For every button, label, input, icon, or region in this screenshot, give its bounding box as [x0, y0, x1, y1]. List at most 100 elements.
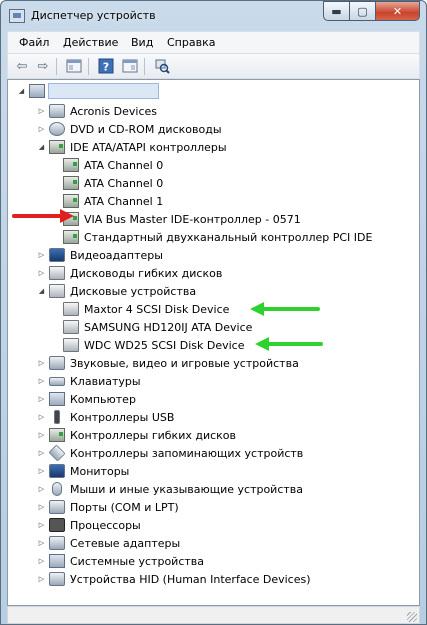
node-label: ATA Channel 1 — [84, 194, 164, 208]
node-label: Видеоадаптеры — [70, 248, 163, 262]
node-label: Дисковые устройства — [70, 284, 197, 298]
minimize-button[interactable]: ▬ — [323, 1, 350, 21]
node-label: Порты (COM и LPT) — [70, 500, 179, 514]
expand-icon[interactable]: ▷ — [37, 102, 46, 120]
resize-grip-icon[interactable] — [407, 612, 417, 622]
tree-node[interactable]: ◢ IDE ATA/ATAPI контроллеры — [37, 138, 229, 156]
tree-node[interactable]: ▷ Процессоры — [37, 516, 143, 534]
node-label: Контроллеры гибких дисков — [70, 428, 237, 442]
tree-node[interactable]: ▷ Мыши и иные указывающие устройства — [37, 480, 305, 498]
root-label[interactable] — [48, 83, 159, 99]
disk-drive-icon — [63, 302, 79, 316]
scan-hardware-icon[interactable] — [154, 58, 170, 74]
disk-drive-icon — [49, 284, 65, 298]
tree-node[interactable]: ▷ Порты (COM и LPT) — [37, 498, 181, 516]
ata-channel-icon — [63, 194, 79, 208]
tree-node[interactable]: ▷ Сетевые адаптеры — [37, 534, 182, 552]
device-tree[interactable]: ◢ ▷ Acronis Devices ▷ DVD и CD-ROM диско… — [7, 79, 420, 606]
red-arrow-annotation — [12, 209, 74, 223]
node-label: IDE ATA/ATAPI контроллеры — [70, 140, 227, 154]
maximize-button[interactable]: ▢ — [349, 1, 376, 21]
collapse-icon[interactable]: ◢ — [17, 82, 26, 100]
tree-node[interactable]: ▷ Контроллеры USB — [37, 408, 176, 426]
computer-icon — [49, 392, 65, 406]
expand-icon[interactable]: ▷ — [37, 534, 46, 552]
node-label: Компьютер — [70, 392, 136, 406]
tree-node[interactable]: ▷ DVD и CD-ROM дисководы — [37, 120, 224, 138]
tree-leaf[interactable]: ATA Channel 0 — [63, 156, 165, 174]
tree-node[interactable]: ▷ Звуковые, видео и игровые устройства — [37, 354, 301, 372]
arrow-head — [60, 209, 74, 223]
forward-arrow-icon[interactable]: ⇨ — [35, 58, 51, 74]
node-label: Процессоры — [70, 518, 141, 532]
expand-icon[interactable]: ▷ — [37, 390, 46, 408]
expand-icon[interactable]: ▷ — [37, 444, 46, 462]
tree-node[interactable]: ▷ Контроллеры запоминающих устройств — [37, 444, 305, 462]
tree-node[interactable]: ◢ Дисковые устройства — [37, 282, 198, 300]
menu-view[interactable]: Вид — [131, 36, 153, 49]
menu-help[interactable]: Справка — [167, 36, 215, 49]
tree-node[interactable]: ▷ Дисководы гибких дисков — [37, 264, 224, 282]
disk-drive-icon — [63, 338, 79, 352]
tree-node[interactable]: ▷ Устройства HID (Human Interface Device… — [37, 570, 313, 588]
expand-icon[interactable]: ▷ — [37, 498, 46, 516]
tree-root[interactable]: ◢ — [17, 82, 159, 100]
expand-icon[interactable]: ▷ — [37, 246, 46, 264]
disk-drive-icon — [63, 320, 79, 334]
node-label: SAMSUNG HD120IJ ATA Device — [84, 320, 253, 334]
expand-icon[interactable]: ▷ — [37, 426, 46, 444]
expand-icon[interactable]: ▷ — [37, 516, 46, 534]
expand-icon[interactable]: ▷ — [37, 354, 46, 372]
menu-file[interactable]: Файл — [19, 36, 49, 49]
tree-node[interactable]: ▷ Видеоадаптеры — [37, 246, 165, 264]
expand-icon[interactable]: ▷ — [37, 408, 46, 426]
arrow-shaft — [267, 342, 323, 346]
expand-icon[interactable]: ▷ — [37, 462, 46, 480]
toolbar-separator — [56, 58, 57, 75]
svg-text:?: ? — [103, 61, 109, 74]
console-tree-icon[interactable] — [122, 58, 138, 74]
ata-channel-icon — [63, 158, 79, 172]
usb-icon — [54, 410, 60, 424]
mouse-icon — [52, 482, 62, 496]
tree-leaf[interactable]: VIA Bus Master IDE-контроллер - 0571 — [63, 210, 303, 228]
tree-node[interactable]: ▷ Контроллеры гибких дисков — [37, 426, 238, 444]
tree-leaf[interactable]: Maxtor 4 SCSI Disk Device — [63, 300, 231, 318]
node-label: Стандартный двухканальный контроллер PCI… — [84, 230, 373, 244]
node-label: Дисководы гибких дисков — [70, 266, 223, 280]
green-arrow-annotation — [255, 337, 323, 351]
tree-node[interactable]: ▷ Клавиатуры — [37, 372, 143, 390]
arrow-shaft — [12, 214, 62, 218]
expand-icon[interactable]: ▷ — [37, 480, 46, 498]
tree-leaf[interactable]: WDC WD25 SCSI Disk Device — [63, 336, 247, 354]
node-label: DVD и CD-ROM дисководы — [70, 122, 222, 136]
expand-icon[interactable]: ▷ — [37, 120, 46, 138]
tree-leaf[interactable]: SAMSUNG HD120IJ ATA Device — [63, 318, 254, 336]
properties-icon[interactable] — [66, 58, 82, 74]
node-label: Звуковые, видео и игровые устройства — [70, 356, 299, 370]
expand-icon[interactable]: ▷ — [37, 372, 46, 390]
expand-icon[interactable]: ▷ — [37, 264, 46, 282]
collapse-icon[interactable]: ◢ — [37, 138, 46, 156]
device-manager-window: Диспетчер устройств ▬ ▢ ✕ Файл Действие … — [0, 0, 427, 625]
back-arrow-icon[interactable]: ⇦ — [14, 58, 30, 74]
tree-leaf[interactable]: ATA Channel 1 — [63, 192, 165, 210]
expand-icon[interactable]: ▷ — [37, 552, 46, 570]
port-icon — [49, 500, 65, 514]
tree-leaf[interactable]: ATA Channel 0 — [63, 174, 165, 192]
expand-icon[interactable]: ▷ — [37, 570, 46, 588]
close-button[interactable]: ✕ — [375, 1, 420, 21]
floppy-controller-icon — [49, 428, 65, 442]
tree-node[interactable]: ▷ Мониторы — [37, 462, 131, 480]
tree-node[interactable]: ▷ Компьютер — [37, 390, 138, 408]
help-icon[interactable]: ? — [98, 58, 114, 74]
computer-icon — [29, 84, 45, 98]
toolbar-separator — [88, 58, 89, 75]
tree-node[interactable]: ▷ Acronis Devices — [37, 102, 159, 120]
tree-node[interactable]: ▷ Системные устройства — [37, 552, 206, 570]
keyboard-icon — [49, 376, 65, 386]
menu-action[interactable]: Действие — [63, 36, 118, 49]
tree-leaf[interactable]: Стандартный двухканальный контроллер PCI… — [63, 228, 374, 246]
title-bar[interactable]: Диспетчер устройств ▬ ▢ ✕ — [1, 1, 426, 31]
collapse-icon[interactable]: ◢ — [37, 282, 46, 300]
